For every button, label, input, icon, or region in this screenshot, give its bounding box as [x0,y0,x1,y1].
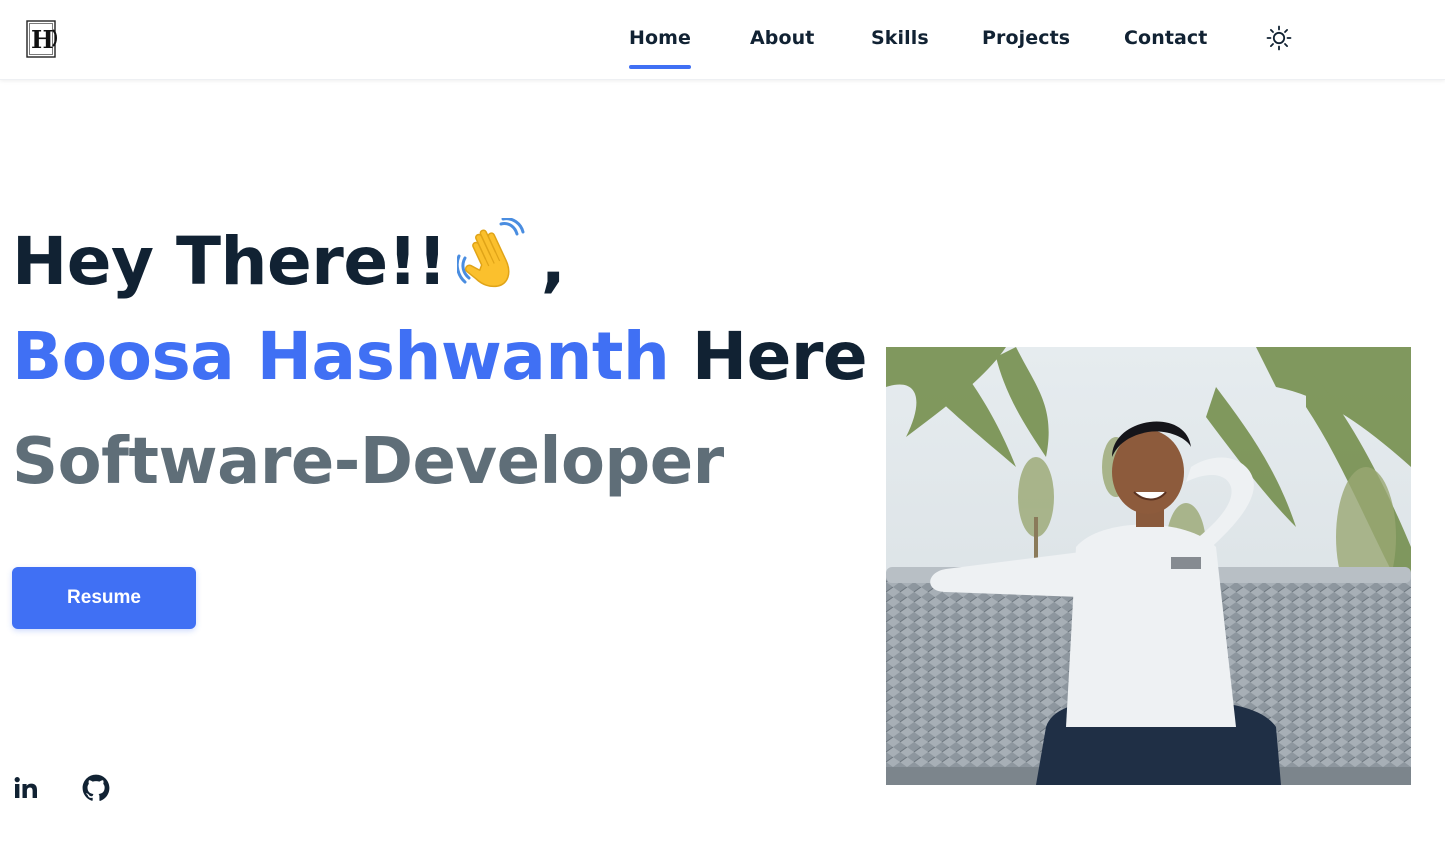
profile-photo-illustration [886,347,1411,785]
nav-home[interactable]: Home [629,27,692,69]
waving-hand-icon [455,217,535,290]
hero-role: Software-Developer [12,425,724,499]
hero-name-suffix: Here [691,318,868,395]
theme-toggle-button[interactable] [1265,24,1293,52]
sun-icon [1266,25,1292,51]
hero-name-line: Boosa Hashwanth Here [12,324,868,390]
svg-text:H: H [31,25,54,54]
nav-contact[interactable]: Contact [1124,27,1207,49]
nav-projects[interactable]: Projects [982,27,1070,49]
site-logo[interactable]: H [26,20,58,58]
logo-icon: H [26,20,57,58]
site-header: H Home About Skills Projects Contact [0,0,1445,80]
linkedin-icon [14,777,37,798]
github-link[interactable] [82,774,110,802]
resume-button[interactable]: Resume [12,567,196,629]
linkedin-link[interactable] [12,774,40,802]
profile-photo [886,347,1411,785]
nav-skills[interactable]: Skills [871,27,929,49]
hero-name: Boosa Hashwanth [12,318,670,395]
greeting-suffix: , [540,223,566,300]
nav-about[interactable]: About [750,27,814,49]
hero-greeting: Hey There!! , [12,217,566,295]
github-icon [82,774,110,801]
greeting-text: Hey There!! [12,223,447,300]
